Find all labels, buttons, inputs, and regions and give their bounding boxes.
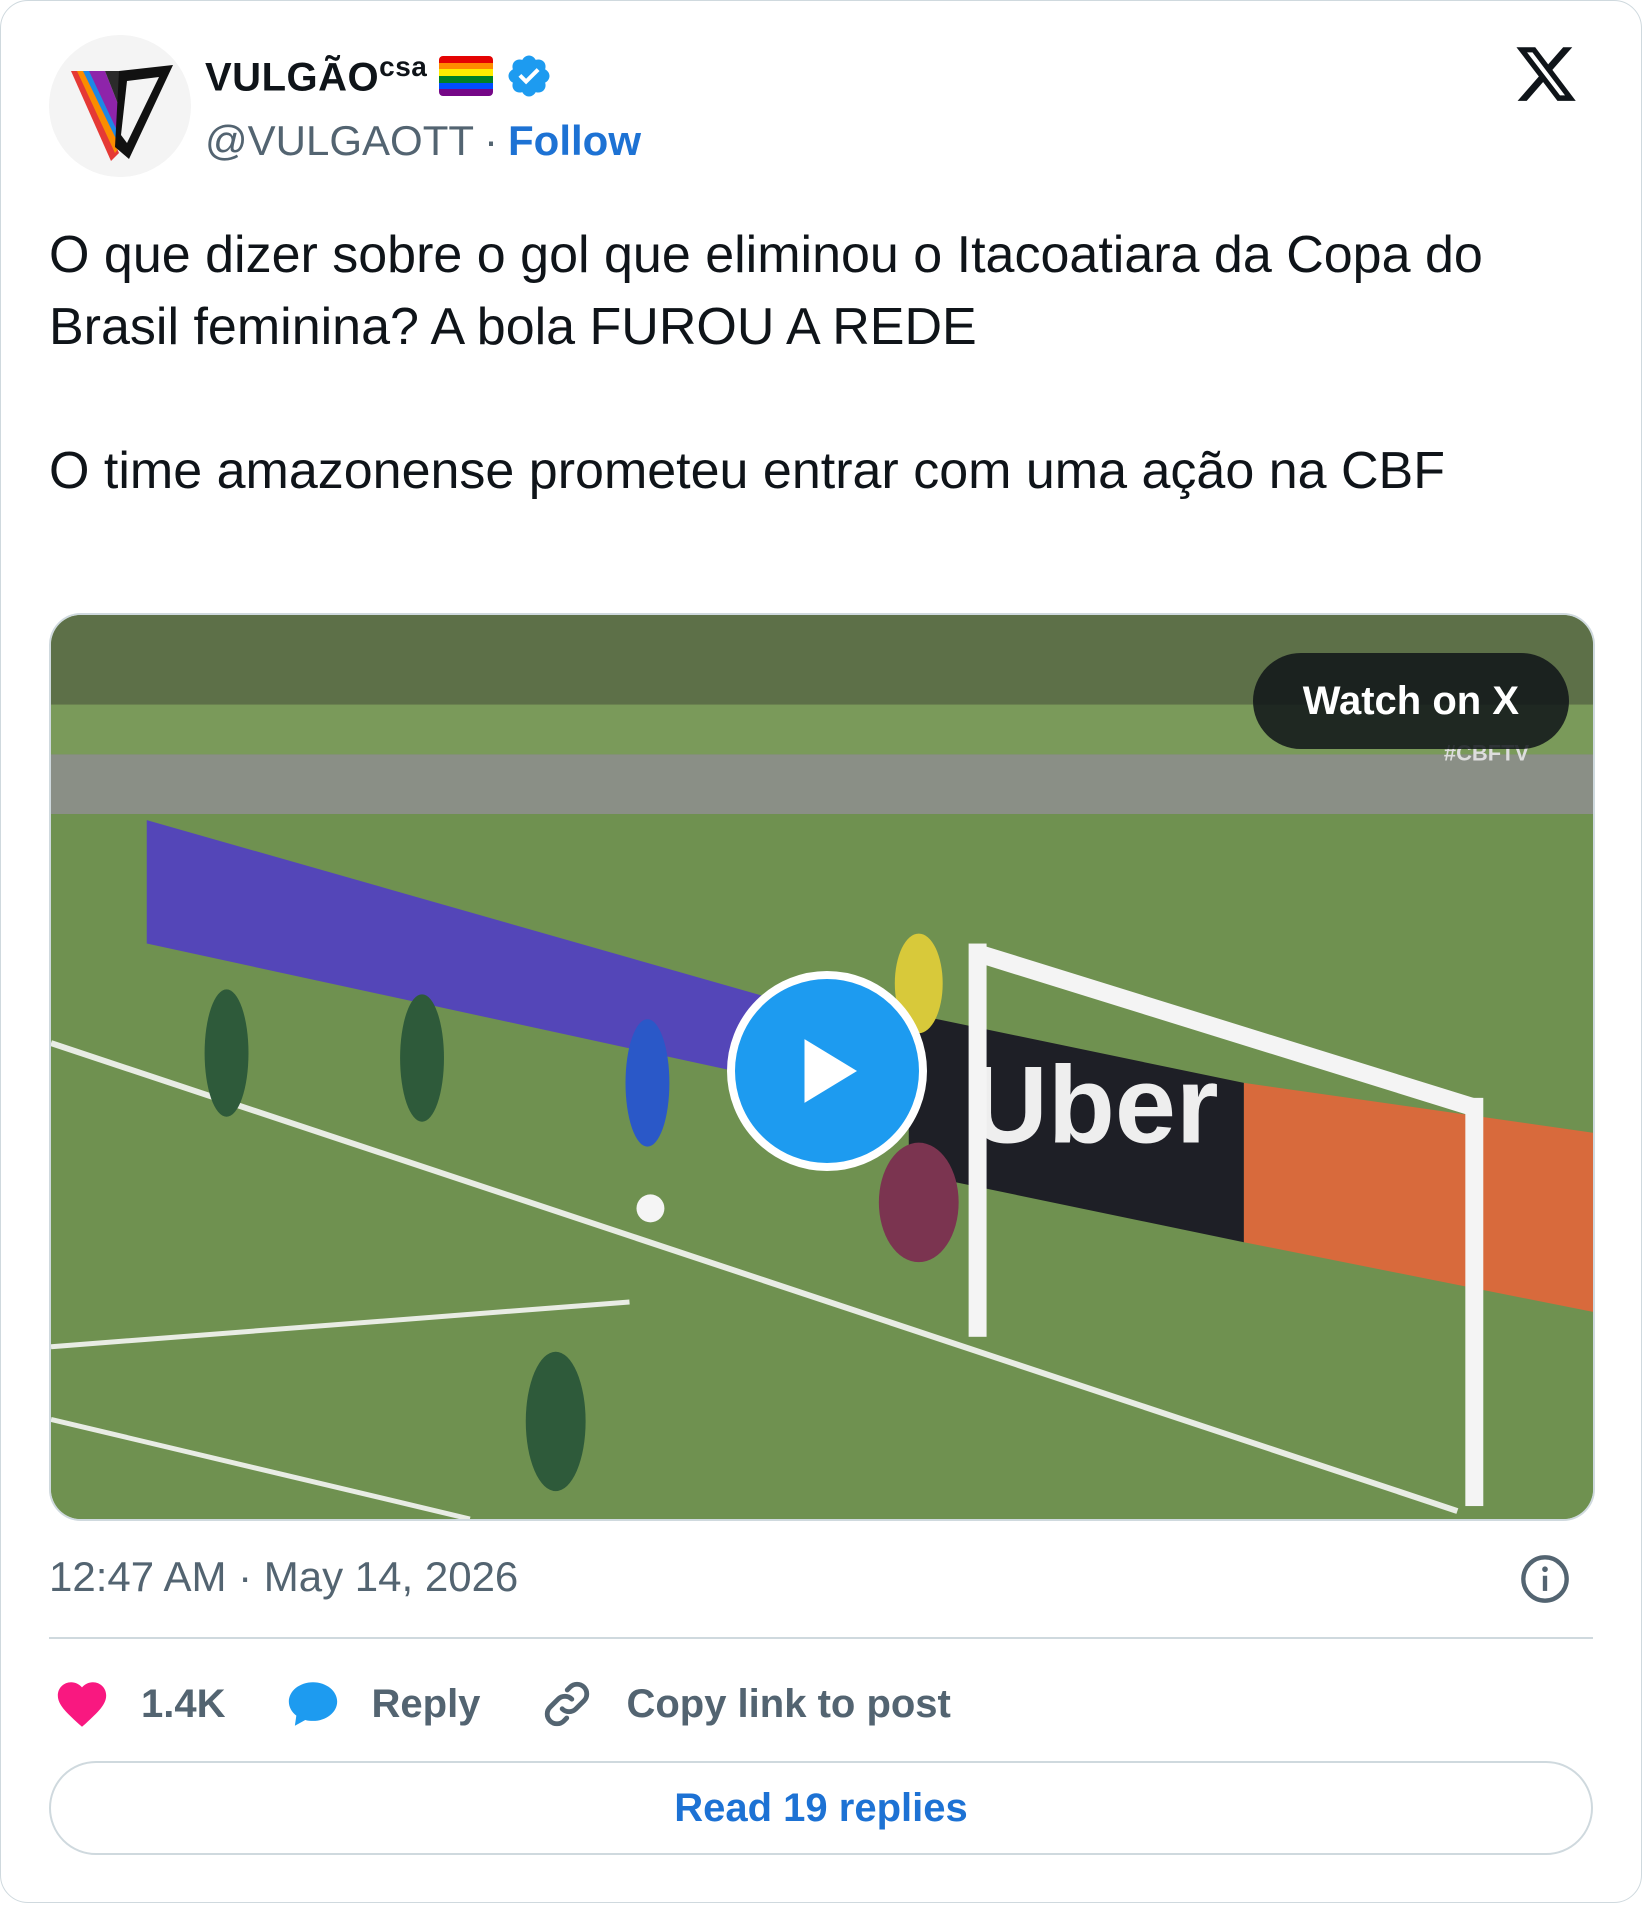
read-replies-button[interactable]: Read 19 replies bbox=[49, 1761, 1593, 1855]
copy-link-button[interactable]: Copy link to post bbox=[538, 1675, 951, 1733]
reply-bubble-icon bbox=[288, 1682, 337, 1726]
separator: · bbox=[484, 117, 499, 164]
sponsor-text: Uber bbox=[969, 1045, 1219, 1167]
reply-button[interactable]: Reply bbox=[284, 1675, 481, 1733]
tweet-card: VULGÃOcsa @VULGAOTT · Follow O que dizer… bbox=[0, 0, 1642, 1903]
x-logo-icon[interactable] bbox=[1513, 41, 1579, 107]
play-button[interactable] bbox=[727, 971, 927, 1171]
follow-button[interactable]: Follow bbox=[508, 117, 641, 165]
action-bar: 1.4K Reply Copy link to post bbox=[53, 1669, 1009, 1739]
info-icon[interactable] bbox=[1519, 1553, 1571, 1605]
divider bbox=[49, 1637, 1593, 1639]
timestamp[interactable]: 12:47 AM · May 14, 2026 bbox=[49, 1553, 518, 1601]
like-button[interactable]: 1.4K bbox=[53, 1675, 226, 1733]
author-handle-row: @VULGAOTT · Follow bbox=[205, 117, 641, 165]
watch-on-x-button[interactable]: Watch on X bbox=[1252, 653, 1569, 749]
tweet-paragraph: O que dizer sobre o gol que eliminou o I… bbox=[49, 226, 1483, 356]
verified-badge-icon bbox=[508, 55, 550, 97]
author-handle[interactable]: @VULGAOTT bbox=[205, 117, 474, 165]
copy-link-label: Copy link to post bbox=[626, 1681, 951, 1726]
like-count: 1.4K bbox=[141, 1681, 226, 1726]
author-name-row: VULGÃOcsa bbox=[205, 49, 553, 103]
video-player[interactable]: Uber #CBFTV Watch on X bbox=[49, 613, 1595, 1521]
author-display-name[interactable]: VULGÃOcsa bbox=[205, 51, 427, 100]
heart-icon bbox=[57, 1682, 107, 1727]
link-icon bbox=[545, 1681, 590, 1727]
avatar[interactable] bbox=[49, 35, 191, 177]
vulgao-logo bbox=[49, 35, 191, 177]
tweet-text: O que dizer sobre o gol que eliminou o I… bbox=[49, 219, 1589, 507]
reply-label: Reply bbox=[371, 1681, 481, 1726]
name-suffix: csa bbox=[379, 51, 428, 83]
play-icon bbox=[804, 1039, 857, 1103]
tweet-paragraph: O time amazonense prometeu entrar com um… bbox=[49, 442, 1445, 500]
rainbow-flag-icon bbox=[439, 56, 494, 96]
